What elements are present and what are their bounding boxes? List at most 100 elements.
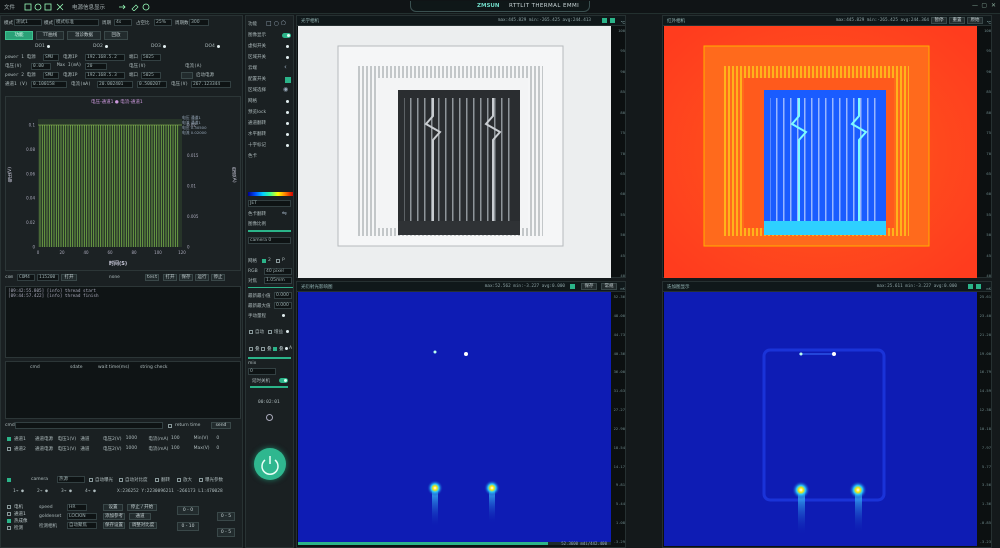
add-ref-button[interactable]: 添加参考 (103, 513, 125, 520)
sv-left-1[interactable]: 0 - 0 (177, 506, 199, 515)
com-run-button[interactable]: 运行 (195, 274, 209, 281)
power1-type[interactable]: SMU (43, 54, 59, 61)
ch1-extra[interactable]: 0.500207 (137, 81, 167, 88)
toolbar-icons-2[interactable] (118, 3, 152, 11)
ch1-current[interactable]: 20.002401 (97, 81, 133, 88)
refresh-icon[interactable] (266, 414, 273, 421)
power2-start-check[interactable] (181, 72, 193, 79)
manual-range-dot[interactable] (282, 314, 285, 317)
auto-exposure-check[interactable] (89, 478, 93, 482)
log-area[interactable]: [09:42:55.805] [info] thread start [09:4… (5, 286, 241, 358)
view1-fit-icon[interactable] (610, 18, 615, 23)
detect-mode-select[interactable]: 自动聚焦 (67, 522, 97, 529)
flip-check[interactable] (155, 478, 159, 482)
power2-type[interactable]: SMU (43, 72, 59, 79)
gain-check[interactable] (268, 330, 272, 334)
mid-option-check[interactable] (285, 77, 291, 83)
side-ch1[interactable]: 通道1 (14, 512, 26, 517)
sv-right-2[interactable]: 0 - 5 (217, 528, 235, 537)
grid-opt-2[interactable]: 2 (268, 258, 271, 263)
stack-a[interactable]: A (289, 346, 292, 351)
camera-select[interactable]: camera 0 (248, 237, 291, 244)
stack-2[interactable]: 叠 (267, 346, 272, 352)
channel-cell[interactable]: 电流(mA) (148, 436, 168, 442)
period-input[interactable]: 4s (114, 19, 132, 26)
stack-1[interactable]: 叠 (255, 346, 260, 352)
mid-option-radio[interactable] (286, 56, 289, 59)
menu-power-info[interactable]: 电源信息显示 (72, 3, 105, 11)
close-icon[interactable]: ✕ (991, 2, 996, 9)
power2-ip[interactable]: 192.168.5.3 (85, 72, 125, 79)
params-check[interactable] (199, 478, 203, 482)
grid-p-check[interactable] (276, 259, 280, 263)
ch1-voltage[interactable]: 0.100158 (31, 81, 67, 88)
com-save-button[interactable]: 保存 (179, 274, 193, 281)
com-open-button[interactable]: 打开 (61, 274, 77, 281)
maximize-icon[interactable]: ▢ (981, 2, 987, 9)
sv-left-2[interactable]: 0 - 10 (177, 522, 199, 531)
shape-tool-icons[interactable]: □ ○ ⬠ (266, 20, 286, 27)
speed-select[interactable]: HR (67, 504, 87, 511)
maxi-input[interactable]: 20 (85, 63, 107, 70)
mid-option-radio[interactable] (286, 111, 289, 114)
menu-file[interactable]: 文件 (4, 3, 15, 11)
view3-save-icon[interactable] (570, 284, 575, 289)
mode2-select[interactable]: 模式标准 (54, 19, 99, 26)
view4-save-icon[interactable] (968, 284, 973, 289)
com-open2-button[interactable]: 打开 (163, 274, 177, 281)
mix-input[interactable]: 0 (248, 368, 276, 375)
colormap-select[interactable]: JET (248, 200, 291, 207)
camera-select[interactable]: 热源 (57, 476, 85, 483)
side-motor[interactable]: 电机 (14, 505, 23, 510)
view2-image[interactable] (664, 26, 977, 278)
com-port[interactable]: COM4 (17, 274, 35, 281)
channel-cell[interactable]: Min(V) (194, 436, 209, 441)
rgb-input[interactable]: 40 pixel (264, 268, 292, 275)
focus-slider[interactable] (248, 287, 293, 288)
focus-input[interactable]: 1.05mm (264, 277, 292, 284)
chevron-left-icon[interactable]: ‹ (284, 63, 287, 71)
view2-reset-button[interactable]: 重置 (949, 17, 965, 24)
com-baud[interactable]: 115200 (37, 274, 59, 281)
zoom-check[interactable] (177, 478, 181, 482)
com-test-button[interactable]: test (145, 274, 159, 281)
mid-option-radio[interactable] (286, 45, 289, 48)
tab-temp-data[interactable]: 温诊数据 (67, 31, 101, 40)
view1-save-icon[interactable] (602, 18, 607, 23)
ch1-check[interactable] (7, 437, 11, 441)
do1-dot[interactable] (47, 45, 50, 48)
cmd-input[interactable] (15, 422, 163, 429)
grid-opt-p[interactable]: P (282, 258, 285, 263)
view3-image[interactable] (298, 292, 611, 542)
view2-pause-button[interactable]: 暂停 (931, 17, 947, 24)
goldenset-select[interactable]: LOCKIN (67, 513, 97, 520)
setup-button[interactable]: 设置 (103, 504, 123, 511)
power-button[interactable] (254, 448, 286, 480)
voltage-input[interactable]: 0.00 (31, 63, 51, 70)
view3-save-button[interactable]: 保存 (581, 283, 597, 290)
channel-cell[interactable]: 电压1(V) (58, 436, 76, 442)
tab-tt-curve[interactable]: TT曲线 (36, 31, 64, 40)
ch2-check[interactable] (7, 447, 11, 451)
send-button[interactable]: send (211, 422, 231, 429)
view4-image[interactable] (664, 292, 977, 546)
channel-cell[interactable]: Max(V) (194, 446, 210, 451)
side-thermal[interactable]: 热成像 (14, 519, 28, 524)
do3-dot[interactable] (163, 45, 166, 48)
auto-check[interactable] (249, 330, 253, 334)
channel-button[interactable]: 通道 (129, 513, 151, 520)
mid-option-radio[interactable] (286, 133, 289, 136)
tab-function[interactable]: 功能 (5, 31, 33, 40)
contrast-button[interactable]: 调整对比度 (129, 522, 157, 529)
save-setup-button[interactable]: 保存设置 (103, 522, 125, 529)
power1-port[interactable]: 5025 (141, 54, 161, 61)
eye-icon[interactable]: ◉ (283, 86, 288, 93)
channel-cell[interactable]: 电压1(V) (58, 446, 76, 452)
camera-check[interactable] (7, 478, 11, 482)
sv-right-1[interactable]: 0 - 5 (217, 512, 235, 521)
channel-cell[interactable]: 电压2(V) (103, 446, 121, 452)
view4-fit-icon[interactable] (976, 284, 981, 289)
mid-option-radio[interactable] (286, 144, 289, 147)
view2-raw-button[interactable]: 原始 (967, 17, 983, 24)
channel-cell[interactable]: 电压2(V) (103, 436, 121, 442)
